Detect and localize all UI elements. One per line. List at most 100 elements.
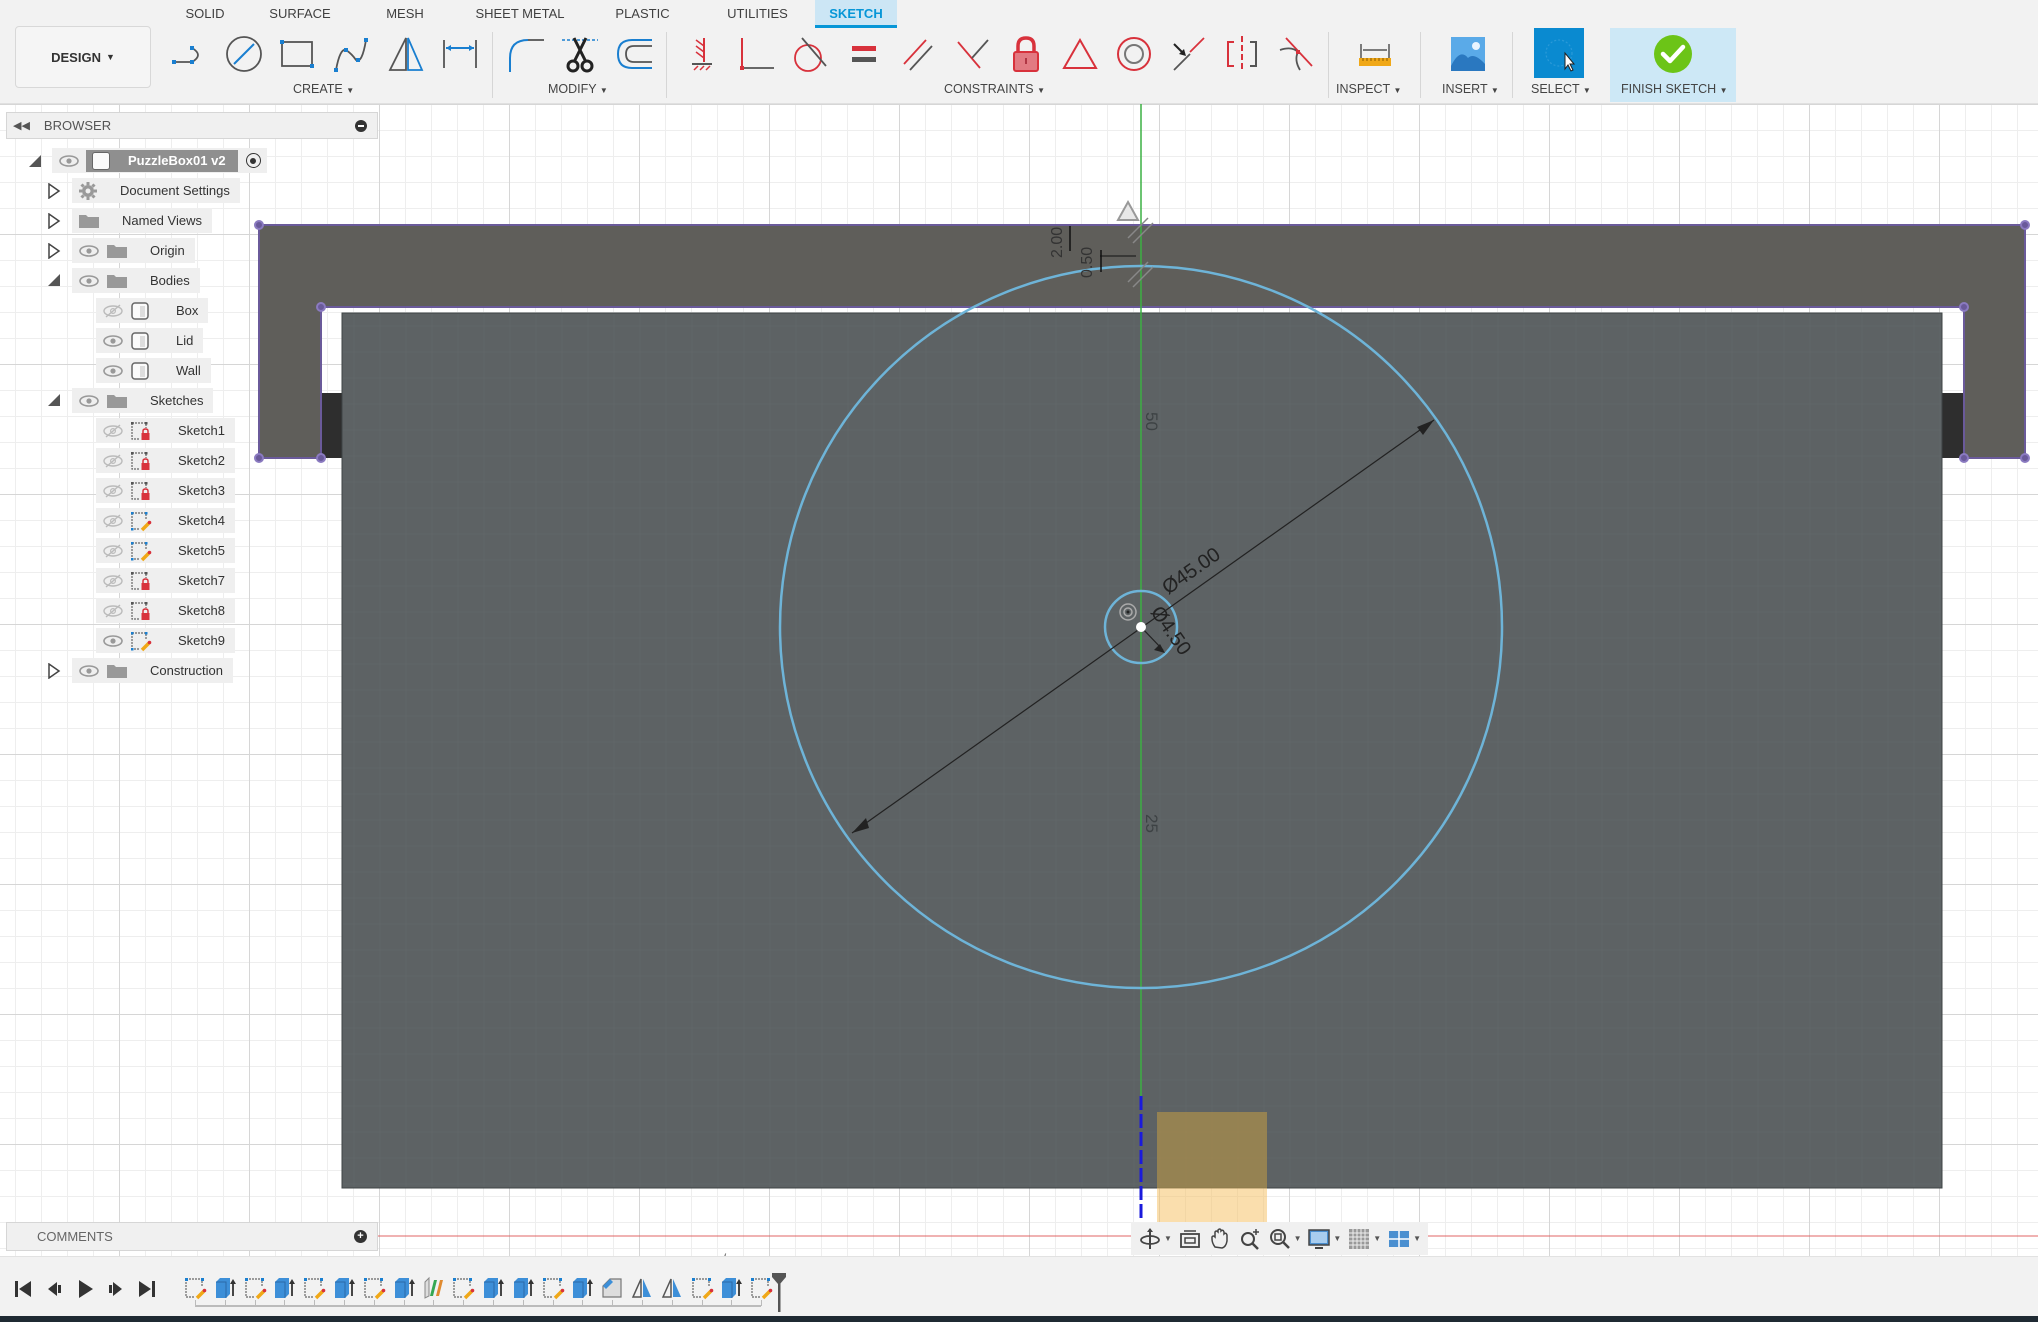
equal-constraint-button[interactable]: [842, 32, 886, 76]
point[interactable]: [1959, 453, 1969, 463]
expand-triangle-icon[interactable]: [47, 662, 61, 680]
insert-image-button[interactable]: [1446, 32, 1490, 76]
tree-item-sketch2[interactable]: Sketch2: [96, 448, 235, 473]
finish-sketch-button[interactable]: FINISH SKETCH ▼: [1610, 28, 1736, 102]
timeline-feature-sketch[interactable]: [302, 1276, 326, 1300]
visibility-eye-icon[interactable]: [78, 664, 100, 678]
hidden-eye-icon[interactable]: [102, 603, 124, 618]
hidden-eye-icon[interactable]: [102, 483, 124, 498]
constraints-group-menu[interactable]: CONSTRAINTS ▼: [944, 82, 1045, 96]
fit-button[interactable]: ▼: [1268, 1227, 1301, 1251]
tree-item-document-settings[interactable]: Document Settings: [48, 178, 240, 203]
add-comment-icon[interactable]: +: [354, 1230, 367, 1243]
collapse-triangle-icon[interactable]: [47, 393, 61, 409]
timeline-feature-extrude[interactable]: [272, 1276, 296, 1300]
timeline-feature-sketch[interactable]: [362, 1276, 386, 1300]
expand-triangle-icon[interactable]: [47, 212, 61, 230]
expand-triangle-icon[interactable]: [47, 242, 61, 260]
tree-item-named-views[interactable]: Named Views: [48, 208, 212, 233]
tab-sketch[interactable]: SKETCH: [815, 0, 897, 28]
timeline-feature-sketch[interactable]: [541, 1276, 565, 1300]
timeline-feature-extrude[interactable]: [481, 1276, 505, 1300]
fix-constraint-button[interactable]: [1004, 32, 1048, 76]
tree-item-sketch4[interactable]: Sketch4: [96, 508, 235, 533]
display-settings-button[interactable]: ▼: [1307, 1227, 1341, 1251]
tree-item-sketch7[interactable]: Sketch7: [96, 568, 235, 593]
timeline-feature-extrude[interactable]: [392, 1276, 416, 1300]
tree-root[interactable]: PuzzleBox01 v2: [28, 148, 267, 173]
timeline-feature-extrude[interactable]: [511, 1276, 535, 1300]
concentric-constraint-button[interactable]: [1112, 32, 1156, 76]
tab-surface[interactable]: SURFACE: [245, 0, 355, 28]
tab-plastic[interactable]: PLASTIC: [585, 0, 700, 28]
next-button[interactable]: [105, 1278, 127, 1300]
sketch-viewport[interactable]: Ø45.00 Ø4.50 50 25 2.00 0.50 ⸲: [0, 0, 2038, 1322]
curvature-constraint-button[interactable]: [1274, 32, 1318, 76]
timeline-feature-mirror[interactable]: [630, 1276, 654, 1300]
tab-sheet-metal[interactable]: SHEET METAL: [455, 0, 585, 28]
tree-item-sketch8[interactable]: Sketch8: [96, 598, 235, 623]
collinear-constraint-button[interactable]: [1166, 32, 1210, 76]
visibility-eye-icon[interactable]: [58, 154, 80, 168]
measure-tool-button[interactable]: [1353, 32, 1397, 76]
fillet-tool-button[interactable]: [504, 32, 548, 76]
select-tool-button[interactable]: [1534, 28, 1584, 78]
tree-item-lid[interactable]: Lid: [96, 328, 204, 353]
tree-item-sketch1[interactable]: Sketch1: [96, 418, 235, 443]
previous-button[interactable]: [43, 1278, 65, 1300]
dimension-tool-button[interactable]: [438, 32, 482, 76]
visibility-eye-icon[interactable]: [102, 364, 124, 378]
line-tool-button[interactable]: [168, 32, 212, 76]
collapse-browser-icon[interactable]: ◀◀: [13, 119, 30, 132]
tab-utilities[interactable]: UTILITIES: [700, 0, 815, 28]
tree-item-origin[interactable]: Origin: [48, 238, 195, 263]
zoom-button[interactable]: [1238, 1227, 1262, 1251]
horizontal-vertical-constraint-button[interactable]: [680, 32, 724, 76]
timeline-feature-extrude[interactable]: [332, 1276, 356, 1300]
timeline-feature-sketch[interactable]: [749, 1276, 773, 1300]
tree-item-sketches[interactable]: Sketches: [47, 388, 214, 413]
inspect-group-menu[interactable]: INSPECT ▼: [1336, 82, 1401, 96]
mirror-tool-button[interactable]: [384, 32, 428, 76]
create-group-menu[interactable]: CREATE ▼: [293, 82, 354, 96]
symmetry-constraint-button[interactable]: [1220, 32, 1264, 76]
hidden-eye-icon[interactable]: [102, 573, 124, 588]
offset-tool-button[interactable]: [612, 32, 656, 76]
point[interactable]: [1959, 302, 1969, 312]
tab-solid[interactable]: SOLID: [165, 0, 245, 28]
browser-options-icon[interactable]: [355, 119, 367, 132]
grid-settings-button[interactable]: ▼: [1347, 1227, 1381, 1251]
point[interactable]: [316, 453, 326, 463]
tree-item-box[interactable]: Box: [96, 298, 209, 323]
visibility-eye-icon[interactable]: [102, 634, 124, 648]
insert-group-menu[interactable]: INSERT ▼: [1442, 82, 1499, 96]
coincident-constraint-button[interactable]: [734, 32, 778, 76]
trim-tool-button[interactable]: [558, 32, 602, 76]
hidden-eye-icon[interactable]: [102, 303, 124, 318]
point[interactable]: [2020, 453, 2030, 463]
modify-group-menu[interactable]: MODIFY ▼: [548, 82, 608, 96]
hidden-eye-icon[interactable]: [102, 543, 124, 558]
tree-item-sketch5[interactable]: Sketch5: [96, 538, 235, 563]
last-button[interactable]: [136, 1278, 158, 1300]
timeline-feature-sketch[interactable]: [690, 1276, 714, 1300]
timeline-feature-sketch[interactable]: [451, 1276, 475, 1300]
tree-item-sketch9[interactable]: Sketch9: [96, 628, 235, 653]
play-button[interactable]: [74, 1278, 96, 1300]
rectangle-tool-button[interactable]: [276, 32, 320, 76]
timeline-feature-extrude[interactable]: [719, 1276, 743, 1300]
visibility-eye-icon[interactable]: [78, 244, 100, 258]
timeline-feature-split[interactable]: [421, 1276, 445, 1300]
tangent-constraint-button[interactable]: [788, 32, 832, 76]
timeline-feature-extrude[interactable]: [213, 1276, 237, 1300]
timeline-feature-mirror[interactable]: [660, 1276, 684, 1300]
hidden-eye-icon[interactable]: [102, 453, 124, 468]
visibility-eye-icon[interactable]: [102, 334, 124, 348]
circle-tool-button[interactable]: [222, 32, 266, 76]
timeline-feature-extrude[interactable]: [570, 1276, 594, 1300]
spline-tool-button[interactable]: [330, 32, 374, 76]
collapse-triangle-icon[interactable]: [28, 154, 42, 168]
look-at-button[interactable]: [1178, 1227, 1202, 1251]
tree-item-sketch3[interactable]: Sketch3: [96, 478, 235, 503]
timeline-feature-sketch[interactable]: [183, 1276, 207, 1300]
